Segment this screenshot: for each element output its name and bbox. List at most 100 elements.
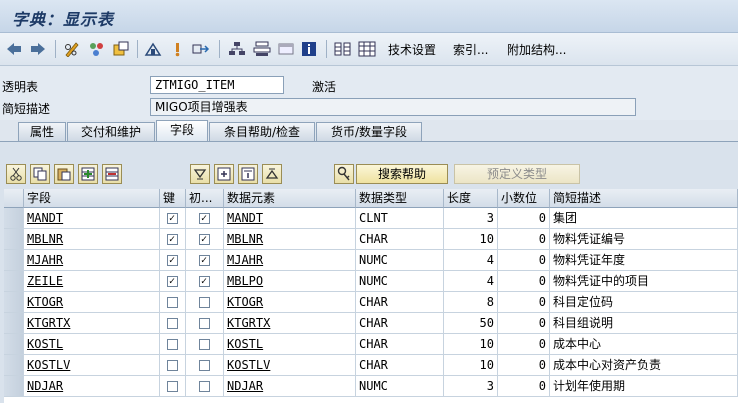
key-checkbox[interactable]: ✓ [166,255,178,266]
pencil-glasses-icon[interactable] [63,39,81,59]
data-type-cell[interactable]: NUMC [356,376,444,397]
key-checkbox[interactable]: ✓ [166,213,178,224]
key-checkbox-cell[interactable] [160,376,186,397]
short-desc-cell[interactable]: 成本中心 [550,334,738,355]
row-selector[interactable] [4,292,24,313]
tab-delivery-maintenance[interactable]: 交付和维护 [67,122,155,141]
row-selector[interactable] [4,208,24,229]
key-checkbox[interactable]: ✓ [166,276,178,287]
append-structure-button[interactable]: 附加结构... [507,41,566,58]
row-selector[interactable] [4,229,24,250]
table-row[interactable]: KOSTL KOSTL CHAR 10 0 成本中心 [4,334,738,355]
table-row[interactable]: ZEILE ✓ ✓ MBLPO NUMC 4 0 物料凭证中的项目 [4,271,738,292]
table-row[interactable]: KTOGR KTOGR CHAR 8 0 科目定位码 [4,292,738,313]
initial-values-checkbox[interactable] [198,318,210,329]
column-header-key[interactable]: 键 [160,189,186,208]
key-checkbox[interactable] [166,360,178,371]
field-name-cell[interactable]: MANDT [24,208,160,229]
key-checkbox-cell[interactable] [160,292,186,313]
initial-values-checkbox[interactable]: ✓ [198,234,210,245]
data-element-cell[interactable]: KTOGR [224,292,356,313]
key-checkbox-cell[interactable] [160,334,186,355]
data-element-cell[interactable]: MBLPO [224,271,356,292]
data-element-cell[interactable]: MJAHR [224,250,356,271]
row-selector[interactable] [4,271,24,292]
decimals-cell[interactable]: 0 [498,313,550,334]
decimals-cell[interactable]: 0 [498,292,550,313]
tab-attributes[interactable]: 属性 [18,122,66,141]
row-selector[interactable] [4,376,24,397]
data-type-cell[interactable]: CLNT [356,208,444,229]
length-cell[interactable]: 10 [444,334,498,355]
column-header-initial[interactable]: 初... [186,189,224,208]
initial-values-checkbox[interactable]: ✓ [198,255,210,266]
key-checkbox-cell[interactable]: ✓ [160,271,186,292]
grid-icon[interactable] [358,39,376,59]
initial-values-checkbox-cell[interactable] [186,334,224,355]
key-checkbox-cell[interactable] [160,355,186,376]
data-element-cell[interactable]: KOSTLV [224,355,356,376]
sort-down-icon[interactable] [190,164,210,184]
short-desc-cell[interactable]: 物料凭证中的项目 [550,271,738,292]
activate-icon[interactable] [144,39,162,59]
data-type-cell[interactable]: NUMC [356,271,444,292]
data-type-cell[interactable]: CHAR [356,313,444,334]
initial-values-checkbox-cell[interactable] [186,292,224,313]
table-name-field[interactable]: ZTMIGO_ITEM [150,76,284,94]
key-checkbox[interactable] [166,318,178,329]
check-object-icon[interactable] [112,39,130,59]
data-type-cell[interactable]: CHAR [356,334,444,355]
search-help-button[interactable]: 搜索帮助 [356,164,448,184]
length-cell[interactable]: 4 [444,271,498,292]
initial-values-checkbox-cell[interactable] [186,376,224,397]
key-checkbox[interactable] [166,297,178,308]
field-name-cell[interactable]: KTGRTX [24,313,160,334]
key-checkbox-cell[interactable]: ✓ [160,250,186,271]
short-desc-cell[interactable]: 科目定位码 [550,292,738,313]
initial-values-checkbox[interactable]: ✓ [198,213,210,224]
arrow-right-icon[interactable] [30,39,46,59]
row-selector[interactable] [4,334,24,355]
window-icon[interactable] [277,39,295,59]
short-desc-cell[interactable]: 计划年使用期 [550,376,738,397]
where-used-icon[interactable] [170,39,184,59]
decimals-cell[interactable]: 0 [498,355,550,376]
decimals-cell[interactable]: 0 [498,250,550,271]
initial-values-checkbox-cell[interactable]: ✓ [186,250,224,271]
data-element-cell[interactable]: KOSTL [224,334,356,355]
data-type-cell[interactable]: CHAR [356,229,444,250]
length-cell[interactable]: 4 [444,250,498,271]
table-row[interactable]: KTGRTX KTGRTX CHAR 50 0 科目组说明 [4,313,738,334]
length-cell[interactable]: 10 [444,229,498,250]
initial-values-checkbox-cell[interactable]: ✓ [186,271,224,292]
technical-settings-button[interactable]: 技术设置 [388,41,436,58]
decimals-cell[interactable]: 0 [498,229,550,250]
data-type-cell[interactable]: NUMC [356,250,444,271]
technical-settings-icon[interactable] [334,39,352,59]
data-element-cell[interactable]: MANDT [224,208,356,229]
table-row[interactable]: MJAHR ✓ ✓ MJAHR NUMC 4 0 物料凭证年度 [4,250,738,271]
data-element-cell[interactable]: NDJAR [224,376,356,397]
key-checkbox[interactable] [166,339,178,350]
key-checkbox-cell[interactable]: ✓ [160,208,186,229]
key-checkbox[interactable] [166,381,178,392]
data-type-cell[interactable]: CHAR [356,355,444,376]
table-row[interactable]: MBLNR ✓ ✓ MBLNR CHAR 10 0 物料凭证编号 [4,229,738,250]
navigate-icon[interactable] [192,39,210,59]
info-icon[interactable] [301,39,317,59]
object-list-icon[interactable] [253,39,271,59]
data-element-cell[interactable]: KTGRTX [224,313,356,334]
row-selector[interactable] [4,313,24,334]
column-header-length[interactable]: 长度 [444,189,498,208]
cut-row-icon[interactable] [6,164,26,184]
key-icon[interactable] [334,164,354,184]
column-header-field[interactable]: 字段 [24,189,160,208]
field-name-cell[interactable]: NDJAR [24,376,160,397]
key-checkbox-cell[interactable]: ✓ [160,229,186,250]
tab-entry-help-check[interactable]: 条目帮助/检查 [209,122,315,141]
field-name-cell[interactable]: KOSTL [24,334,160,355]
tab-fields[interactable]: 字段 [156,120,208,141]
indexes-button[interactable]: 索引... [453,41,488,58]
key-checkbox-cell[interactable] [160,313,186,334]
table-row[interactable]: NDJAR NDJAR NUMC 3 0 计划年使用期 [4,376,738,397]
